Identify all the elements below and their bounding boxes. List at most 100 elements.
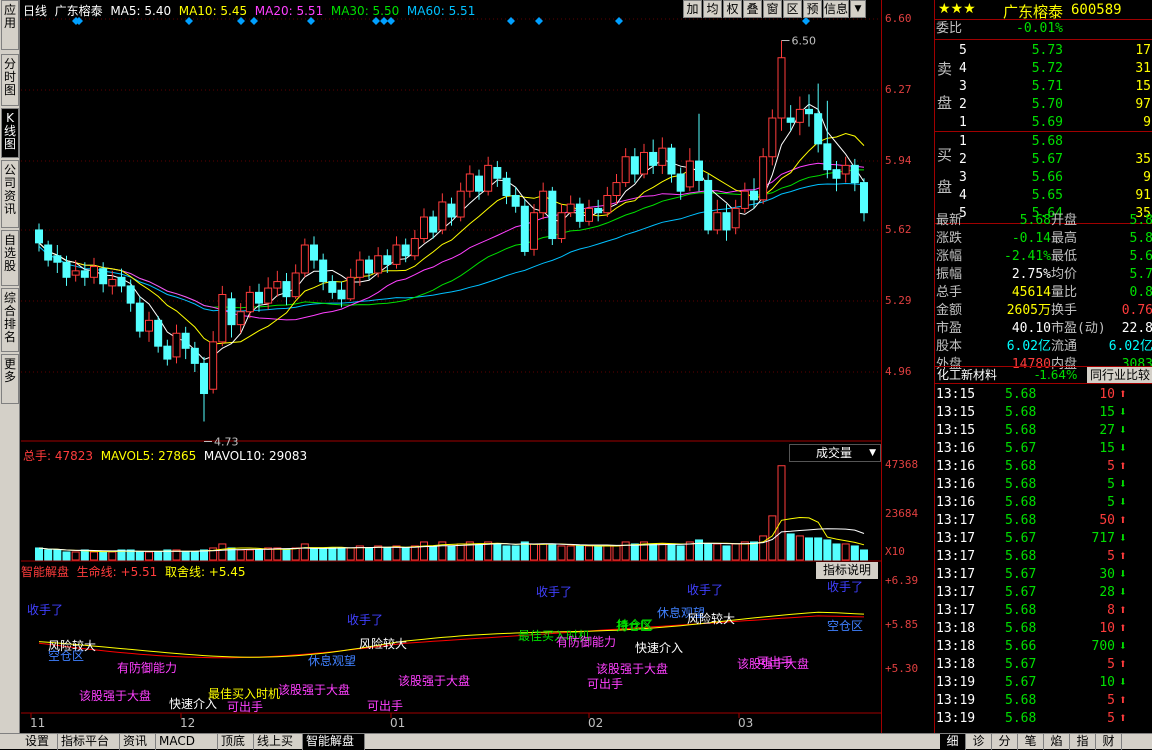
sell-row: 5 5.73 17 xyxy=(935,42,1152,60)
left-tab-3[interactable]: 公司资讯 xyxy=(1,160,19,228)
tick-time: 13:16 xyxy=(936,477,976,492)
candle-body xyxy=(227,298,236,326)
sector-row: 化工新材料 -1.64% 同行业比较 xyxy=(935,366,1152,384)
volume-bar xyxy=(190,551,199,561)
buy-row: 2 5.67 35 xyxy=(935,151,1152,169)
toolbar-button-6[interactable]: 预 xyxy=(803,0,822,18)
volume-bar xyxy=(575,545,584,561)
tick-price: 5.66 xyxy=(1005,639,1037,654)
candle-body xyxy=(392,244,401,265)
candle-body xyxy=(117,276,126,287)
ma60-label: MA60: 5.51 xyxy=(406,4,476,18)
indicator-explain-button[interactable]: 指标说明 xyxy=(816,562,878,579)
signal-label: 有防御能力 xyxy=(556,634,616,649)
volume-bar xyxy=(814,537,823,561)
left-tab-4[interactable]: 自选股 xyxy=(1,230,19,286)
kline-chart-area[interactable]: 6.50 4.73 收手了 风险较大 空仓区 有防御能力 该股强于大盘 快速介入 最佳买入时机可… xyxy=(21,0,881,733)
volume-bar xyxy=(832,543,841,561)
indicator-legend: 智能解盘 生命线: +5.51 取舍线: +5.45 xyxy=(21,563,246,580)
tick-time: 13:16 xyxy=(936,441,976,456)
volume-bar xyxy=(429,545,438,561)
volume-bar xyxy=(374,545,383,561)
quote-tab-1[interactable]: 诊 xyxy=(966,734,992,750)
volume-bar xyxy=(685,541,694,561)
volume-indicator-dropdown[interactable]: 成交量 ▼ xyxy=(789,444,881,462)
signal-diamond-icon xyxy=(507,17,515,25)
volume-bar xyxy=(612,545,621,561)
candle-body xyxy=(777,57,786,119)
tick-price: 5.68 xyxy=(1005,477,1037,492)
candle-body xyxy=(621,156,630,184)
volume-bar xyxy=(218,543,227,561)
toolbar-button-7[interactable]: 信息 xyxy=(823,0,849,18)
toolbar-button-3[interactable]: 叠 xyxy=(743,0,762,18)
tick-row: 13:17 5.68 5 ⬆ xyxy=(935,548,1152,566)
tick-row: 13:17 5.68 8 ⬆ xyxy=(935,602,1152,620)
ma20-line xyxy=(38,162,865,321)
bottom-tab-6[interactable]: 智能解盘 xyxy=(303,734,365,750)
x-axis-label: 12 xyxy=(180,716,195,730)
tick-row: 13:17 5.67 28 ⬇ xyxy=(935,584,1152,602)
bottom-tab-3[interactable]: MACD xyxy=(156,734,218,750)
toolbar-button-4[interactable]: 窗 xyxy=(763,0,782,18)
quote-tab-2[interactable]: 分 xyxy=(992,734,1018,750)
candle-body xyxy=(557,212,566,240)
left-tab-2[interactable]: K线图 xyxy=(1,108,19,158)
stat-value: 45614 xyxy=(1011,285,1051,300)
sell-price: 5.72 xyxy=(1031,61,1063,76)
tick-row: 13:17 5.68 50 ⬆ xyxy=(935,512,1152,530)
quote-tab-3[interactable]: 笔 xyxy=(1018,734,1044,750)
left-tab-5[interactable]: 综合排名 xyxy=(1,288,19,352)
volume-bar xyxy=(337,547,346,561)
stat-label: 开盘 xyxy=(1051,213,1078,228)
volume-bar xyxy=(805,537,813,561)
volume-bar xyxy=(135,551,144,561)
price-axis-label: 5.62 xyxy=(885,222,912,236)
candle-body xyxy=(35,229,43,244)
bottom-tab-5[interactable]: 线上买 xyxy=(254,734,303,750)
volume-bar xyxy=(585,545,593,561)
signal-label: 风险较大 xyxy=(687,611,735,626)
tick-price: 5.68 xyxy=(1005,513,1037,528)
price-axis-label: 5.94 xyxy=(885,154,912,168)
bottom-tab-1[interactable]: 指标平台 xyxy=(58,734,120,750)
stat-value: 5.68 xyxy=(1019,213,1051,228)
tick-time: 13:19 xyxy=(936,693,976,708)
quote-tab-6[interactable]: 财 xyxy=(1096,734,1122,750)
quote-tab-4[interactable]: 焰 xyxy=(1044,734,1070,750)
candle-body xyxy=(273,281,282,289)
indicator-axis-label: +5.85 xyxy=(885,618,919,631)
toolbar-button-2[interactable]: 权 xyxy=(723,0,742,18)
quote-tab-0[interactable]: 细 xyxy=(940,734,966,750)
volume-legend: 总手: 47823 MAVOL5: 27865 MAVOL10: 29083 xyxy=(23,447,307,464)
quote-tab-5[interactable]: 指 xyxy=(1070,734,1096,750)
left-tab-0[interactable]: 应用 xyxy=(1,0,19,50)
favorite-stars-icon[interactable]: ★★★ xyxy=(938,1,976,17)
toolbar-button-0[interactable]: 加 xyxy=(683,0,702,18)
toolbar-button-5[interactable]: 区 xyxy=(783,0,802,18)
bottom-tab-4[interactable]: 顶底 xyxy=(218,734,254,750)
sector-name: 化工新材料 xyxy=(937,368,998,382)
candle-body xyxy=(282,281,291,298)
signal-label: 该股强于大盘 xyxy=(398,673,470,688)
toolbar-dropdown-icon[interactable]: ▼ xyxy=(850,0,866,18)
stat-label: 最高 xyxy=(1051,231,1078,246)
tick-volume: 5 xyxy=(1107,693,1115,708)
kline-chart[interactable]: 6.504.73收手了风险较大空仓区有防御能力该股强于大盘快速介入最佳买入时机可… xyxy=(21,0,881,733)
arrow-down-icon: ⬇ xyxy=(1119,567,1127,582)
left-tab-6[interactable]: 更多 xyxy=(1,354,19,404)
tick-time: 13:17 xyxy=(936,585,976,600)
bottom-tab-2[interactable]: 资讯 xyxy=(120,734,156,750)
toolbar-button-1[interactable]: 均 xyxy=(703,0,722,18)
left-tab-1[interactable]: 分时图 xyxy=(1,54,19,106)
candle-body xyxy=(200,362,208,395)
left-tab-bar: 应用分时图 K线图公司资讯自选股综合排名更多 xyxy=(0,0,20,749)
stat-value: 5.8 xyxy=(1129,231,1152,246)
volume-bar xyxy=(255,549,263,561)
sector-compare-button[interactable]: 同行业比较 xyxy=(1087,367,1152,383)
arrow-up-icon: ⬆ xyxy=(1119,693,1127,708)
life-line-label: 生命线: +5.51 xyxy=(76,565,158,579)
candle-body xyxy=(548,190,557,240)
tick-price: 5.68 xyxy=(1005,549,1037,564)
bottom-tab-0[interactable]: 设置 xyxy=(22,734,58,750)
